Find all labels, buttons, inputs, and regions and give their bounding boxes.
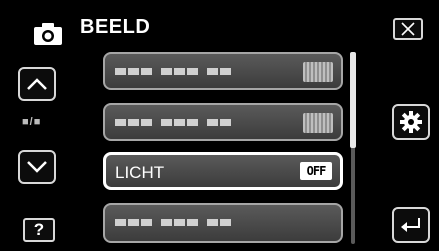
value-badge: OFF <box>300 162 332 180</box>
obscured-value <box>303 113 333 133</box>
return-arrow-icon <box>401 218 420 232</box>
obscured-label <box>115 68 233 76</box>
menu-item[interactable] <box>103 203 343 243</box>
page-indicator: ■/■ <box>22 116 42 128</box>
obscured-label <box>115 119 233 127</box>
settings-button[interactable] <box>392 104 430 140</box>
camera-icon <box>33 22 63 46</box>
scrollbar-thumb[interactable] <box>350 52 356 148</box>
scroll-up-button[interactable] <box>18 67 56 101</box>
close-button[interactable] <box>393 18 423 40</box>
help-label: ? <box>33 220 45 239</box>
menu-item-licht[interactable]: LICHT OFF <box>103 152 343 190</box>
menu-item[interactable] <box>103 103 343 141</box>
help-button[interactable]: ? <box>23 218 55 242</box>
scroll-down-button[interactable] <box>18 150 56 184</box>
page-title: BEELD <box>80 16 151 38</box>
obscured-value <box>303 62 333 82</box>
chevron-down-icon <box>27 161 47 173</box>
back-button[interactable] <box>392 207 430 243</box>
menu-item-label: LICHT <box>115 163 165 182</box>
obscured-label <box>115 219 233 227</box>
close-icon <box>401 22 415 36</box>
gear-icon <box>400 111 422 133</box>
menu-item[interactable] <box>103 52 343 90</box>
chevron-up-icon <box>27 78 47 90</box>
